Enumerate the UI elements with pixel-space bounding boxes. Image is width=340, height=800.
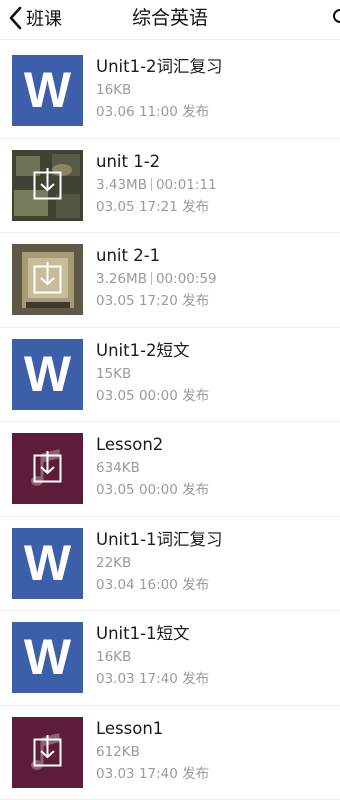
file-name: Unit1-1短文 (96, 623, 332, 647)
file-row[interactable]: W Unit1-1词汇复习 22KB 03.04 16:00 发布 (0, 517, 340, 612)
word-file-icon: W (12, 528, 83, 599)
search-icon[interactable] (330, 8, 340, 28)
separator (151, 272, 152, 285)
file-name: unit 1-2 (96, 151, 332, 175)
download-icon (12, 244, 83, 315)
publish-date: 03.05 17:21 发布 (96, 197, 332, 219)
file-row[interactable]: unit 1-2 3.43MB 00:01:11 03.05 17:21 发布 (0, 139, 340, 234)
publish-date: 03.05 00:00 发布 (96, 480, 332, 502)
file-row[interactable]: Lesson1 612KB 03.03 17:40 发布 (0, 706, 340, 800)
file-size: 16KB (96, 80, 332, 102)
video-thumbnail (12, 244, 83, 315)
file-name: Unit1-1词汇复习 (96, 529, 332, 553)
nav-bar: 班课 综合英语 (0, 0, 340, 40)
file-duration: 00:00:59 (156, 271, 217, 287)
file-name: Unit1-2词汇复习 (96, 56, 332, 80)
file-size: 634KB (96, 458, 332, 480)
file-duration: 00:01:11 (156, 177, 217, 193)
audio-file-icon (12, 717, 83, 788)
audio-file-icon (12, 433, 83, 504)
publish-date: 03.05 17:20 发布 (96, 291, 332, 313)
file-list: W Unit1-2词汇复习 16KB 03.06 11:00 发布 un (0, 44, 340, 800)
file-size: 16KB (96, 647, 332, 669)
download-icon (12, 150, 83, 221)
word-file-icon: W (12, 622, 83, 693)
file-row[interactable]: W Unit1-2词汇复习 16KB 03.06 11:00 发布 (0, 44, 340, 139)
file-size: 612KB (96, 742, 332, 764)
file-name: unit 2-1 (96, 245, 332, 269)
file-size: 3.26MB (96, 271, 147, 287)
word-file-icon: W (12, 55, 83, 126)
publish-date: 03.06 11:00 发布 (96, 102, 332, 124)
file-name: Unit1-2短文 (96, 340, 332, 364)
file-size: 3.43MB (96, 177, 147, 193)
file-size: 15KB (96, 364, 332, 386)
download-icon (12, 433, 83, 504)
separator (151, 178, 152, 191)
file-row[interactable]: W Unit1-2短文 15KB 03.05 00:00 发布 (0, 328, 340, 423)
publish-date: 03.03 17:40 发布 (96, 669, 332, 691)
publish-date: 03.03 17:40 发布 (96, 764, 332, 786)
word-file-icon: W (12, 339, 83, 410)
file-row[interactable]: W Unit1-1短文 16KB 03.03 17:40 发布 (0, 611, 340, 706)
file-row[interactable]: unit 2-1 3.26MB 00:00:59 03.05 17:20 发布 (0, 233, 340, 328)
page-title: 综合英语 (0, 5, 340, 31)
video-thumbnail (12, 150, 83, 221)
download-icon (12, 717, 83, 788)
publish-date: 03.05 00:00 发布 (96, 386, 332, 408)
file-name: Lesson1 (96, 718, 332, 742)
file-row[interactable]: Lesson2 634KB 03.05 00:00 发布 (0, 422, 340, 517)
publish-date: 03.04 16:00 发布 (96, 575, 332, 597)
file-size: 22KB (96, 553, 332, 575)
file-name: Lesson2 (96, 434, 332, 458)
